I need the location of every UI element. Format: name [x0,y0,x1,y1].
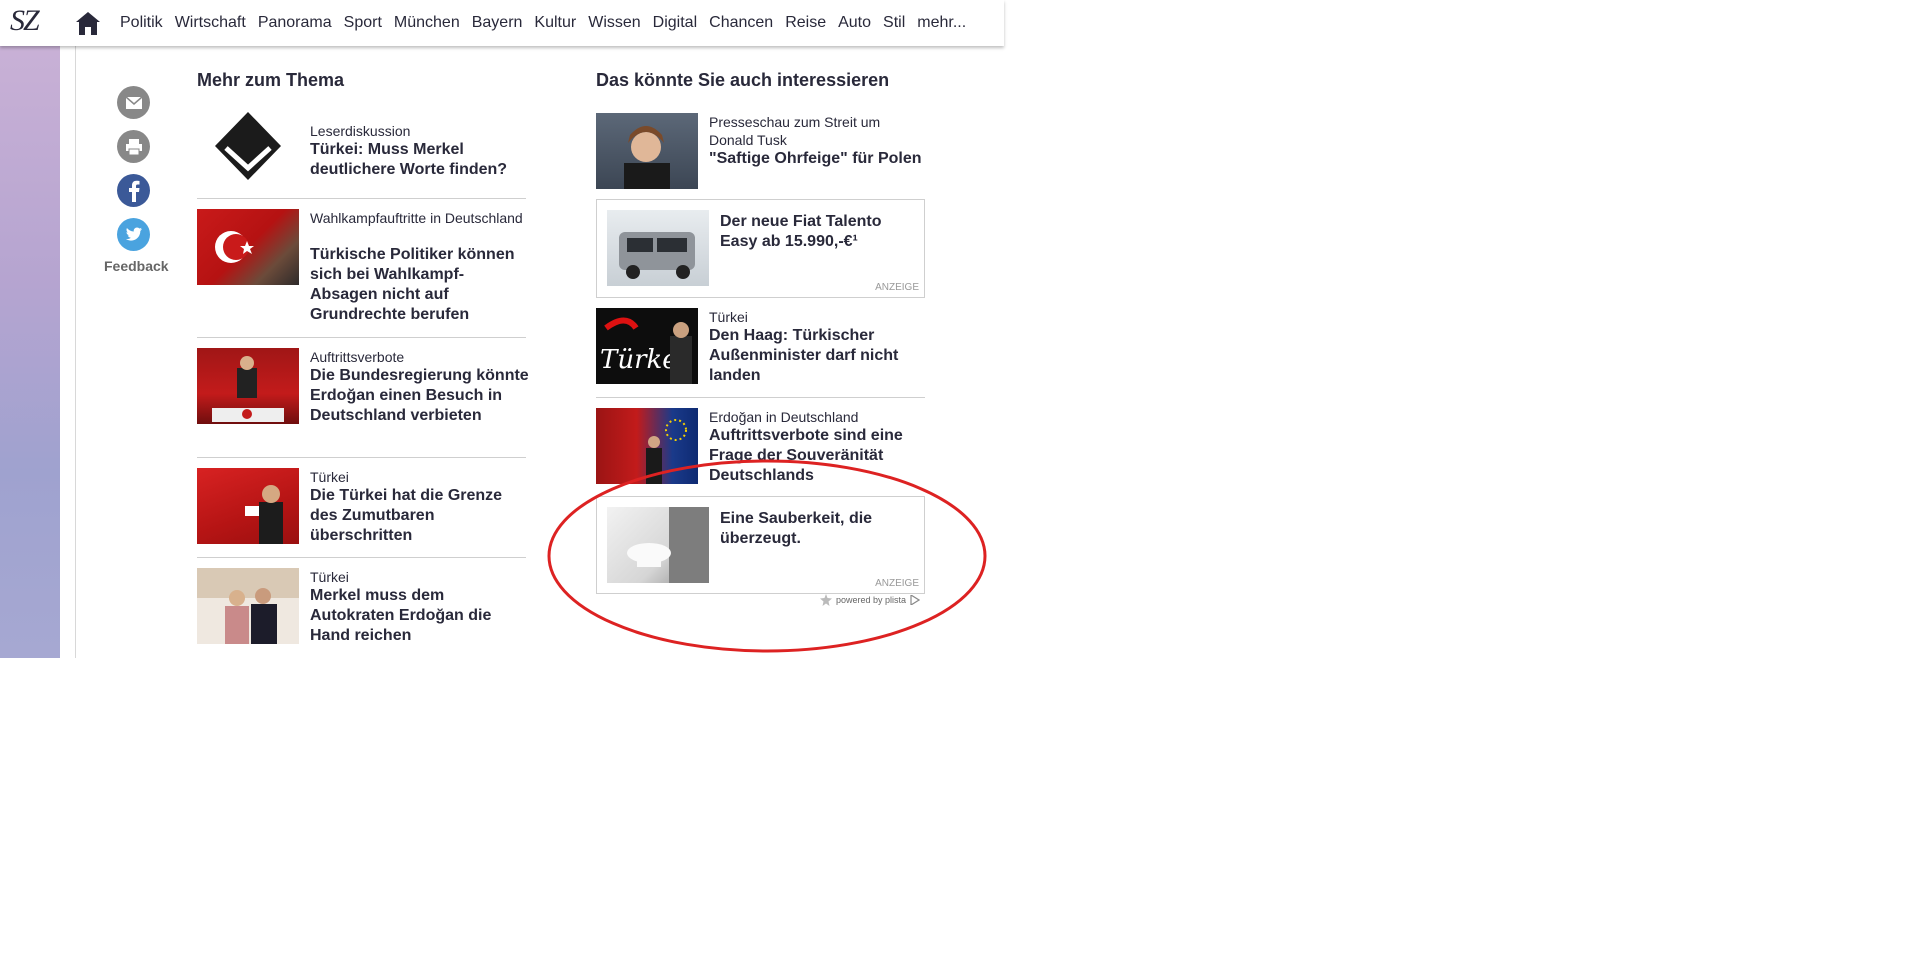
nav-wissen[interactable]: Wissen [588,14,640,32]
list-item[interactable]: Türkei Türkei Den Haag: Türkischer Außen… [596,308,926,388]
annotation-ellipse [547,459,987,653]
thumbnail [197,209,299,285]
item-kicker: Leserdiskussion [310,123,411,139]
item-headline[interactable]: Die Bundesregierung könnte Erdoğan einen… [310,366,530,426]
main-nav: Politik Wirtschaft Panorama Sport Münche… [120,14,966,32]
thumbnail: Türkei [596,308,698,384]
item-kicker: Presseschau zum Streit um Donald Tusk [709,114,881,148]
nav-chancen[interactable]: Chancen [709,14,773,32]
thumbnail [596,113,698,189]
discussion-icon [197,110,299,186]
item-headline[interactable]: Merkel muss dem Autokraten Erdoğan die H… [310,586,530,646]
ad-thumbnail [607,210,709,286]
nav-auto[interactable]: Auto [838,14,871,32]
print-icon[interactable] [117,130,150,163]
nav-muenchen[interactable]: München [394,14,460,32]
item-headline[interactable]: "Saftige Ohrfeige" für Polen [709,149,929,169]
item-kicker: Türkei [310,469,349,485]
separator [197,457,526,458]
list-item[interactable]: Leserdiskussion Türkei: Muss Merkel deut… [197,110,527,190]
nav-sport[interactable]: Sport [344,14,382,32]
list-item[interactable]: Auftrittsverbote Die Bundesregierung kön… [197,348,530,458]
ad-label: ANZEIGE [875,282,919,293]
separator [197,557,526,558]
separator [596,397,925,398]
nav-digital[interactable]: Digital [653,14,697,32]
item-kicker: Wahlkampfauftritte in Deutschland [310,210,523,226]
facebook-icon[interactable] [117,174,150,207]
nav-panorama[interactable]: Panorama [258,14,332,32]
feedback-link[interactable]: Feedback [104,258,169,274]
sz-logo[interactable]: SZ [10,4,40,38]
mail-icon[interactable] [117,86,150,119]
item-kicker: Türkei [310,569,349,585]
item-kicker: Erdoğan in Deutschland [709,409,859,425]
item-headline[interactable]: Türkische Politiker können sich bei Wahl… [310,245,530,325]
thumbnail [197,110,299,186]
nav-bayern[interactable]: Bayern [472,14,523,32]
item-kicker: Auftrittsverbote [310,349,405,365]
list-item[interactable]: Türkei Merkel muss dem Autokraten Erdoğa… [197,568,527,658]
separator [197,198,526,199]
ad-fiat[interactable]: Der neue Fiat Talento Easy ab 15.990,-€¹… [596,199,925,298]
item-headline[interactable]: Die Türkei hat die Grenze des Zumutbaren… [310,486,530,546]
nav-kultur[interactable]: Kultur [534,14,576,32]
more-on-topic-title: Mehr zum Thema [197,70,345,90]
nav-reise[interactable]: Reise [785,14,826,32]
home-icon[interactable] [74,10,102,36]
nav-politik[interactable]: Politik [120,14,163,32]
thumbnail [197,468,299,544]
list-item[interactable]: Türkei Die Türkei hat die Grenze des Zum… [197,468,527,558]
twitter-icon[interactable] [117,218,150,251]
thumbnail [197,568,299,644]
content-divider [75,38,76,658]
list-item[interactable]: Presseschau zum Streit um Donald Tusk "S… [596,113,926,193]
list-item[interactable]: Wahlkampfauftritte in Deutschland Türkis… [197,209,527,333]
thumbnail [197,348,299,424]
recommendations-title: Das könnte Sie auch interessieren [596,70,890,90]
nav-wirtschaft[interactable]: Wirtschaft [175,14,246,32]
nav-stil[interactable]: Stil [883,14,905,32]
item-headline[interactable]: Türkei: Muss Merkel deutlichere Worte fi… [310,140,530,180]
separator [197,337,526,338]
item-kicker: Türkei [709,309,748,325]
top-navigation: SZ Politik Wirtschaft Panorama Sport Mün… [0,0,1004,46]
item-headline[interactable]: Den Haag: Türkischer Außenminister darf … [709,326,929,386]
ad-headline[interactable]: Der neue Fiat Talento Easy ab 15.990,-€¹ [720,212,910,252]
nav-mehr[interactable]: mehr... [917,14,966,32]
background-gradient [0,38,60,658]
